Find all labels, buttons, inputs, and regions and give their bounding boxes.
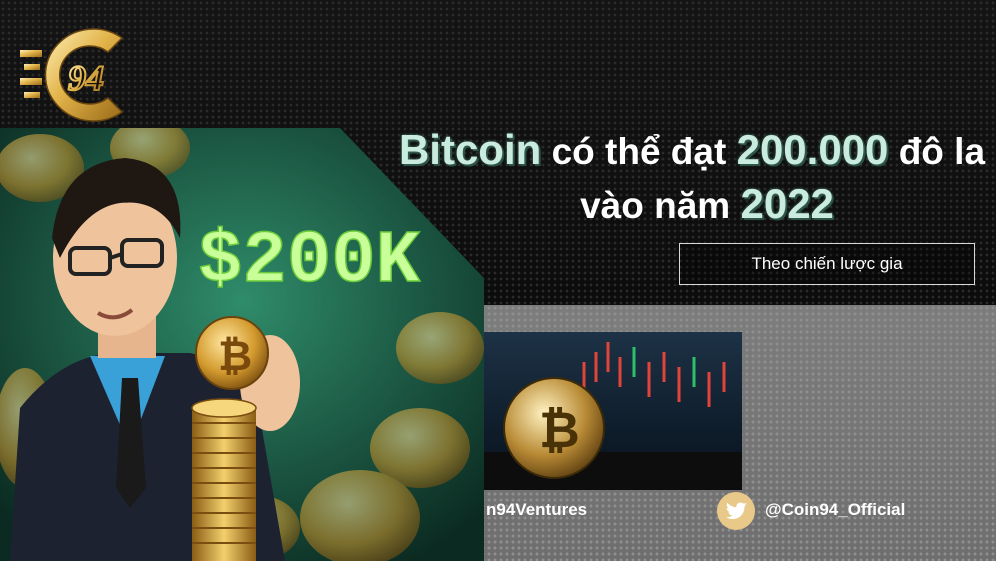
headline-word-bitcoin: Bitcoin	[398, 126, 542, 173]
photo-bitcoin-symbol: ₿	[539, 401, 580, 459]
subtitle-text: Theo chiến lược gia	[751, 254, 903, 273]
twitter-bird-icon	[717, 492, 755, 530]
headline-currency: đô la	[898, 131, 986, 172]
headline-amount: 200.000	[736, 126, 889, 173]
headline-text: có thể đạt	[551, 131, 727, 172]
headline-text-year: vào năm	[580, 185, 731, 226]
neon-200k-sign: $200K	[198, 220, 421, 304]
headline-year: 2022	[740, 180, 834, 227]
thumbnail-canvas: 94 Bitcoin có thể đạt 200.000 đô la vào …	[0, 0, 996, 561]
social-handle-left: n94Ventures	[486, 500, 588, 519]
subtitle-box: Theo chiến lược gia	[679, 243, 975, 285]
logo-number: 94	[68, 58, 104, 98]
bitcoin-chart-photo: ₿	[484, 332, 742, 490]
coin-stack	[192, 399, 256, 561]
headline: Bitcoin có thể đạt 200.000 đô la vào năm…	[392, 124, 992, 232]
bitcoin-symbol: ₿	[218, 331, 252, 380]
social-handle-right: @Coin94_Official	[765, 500, 906, 519]
coin94-logo: 94	[20, 28, 124, 122]
